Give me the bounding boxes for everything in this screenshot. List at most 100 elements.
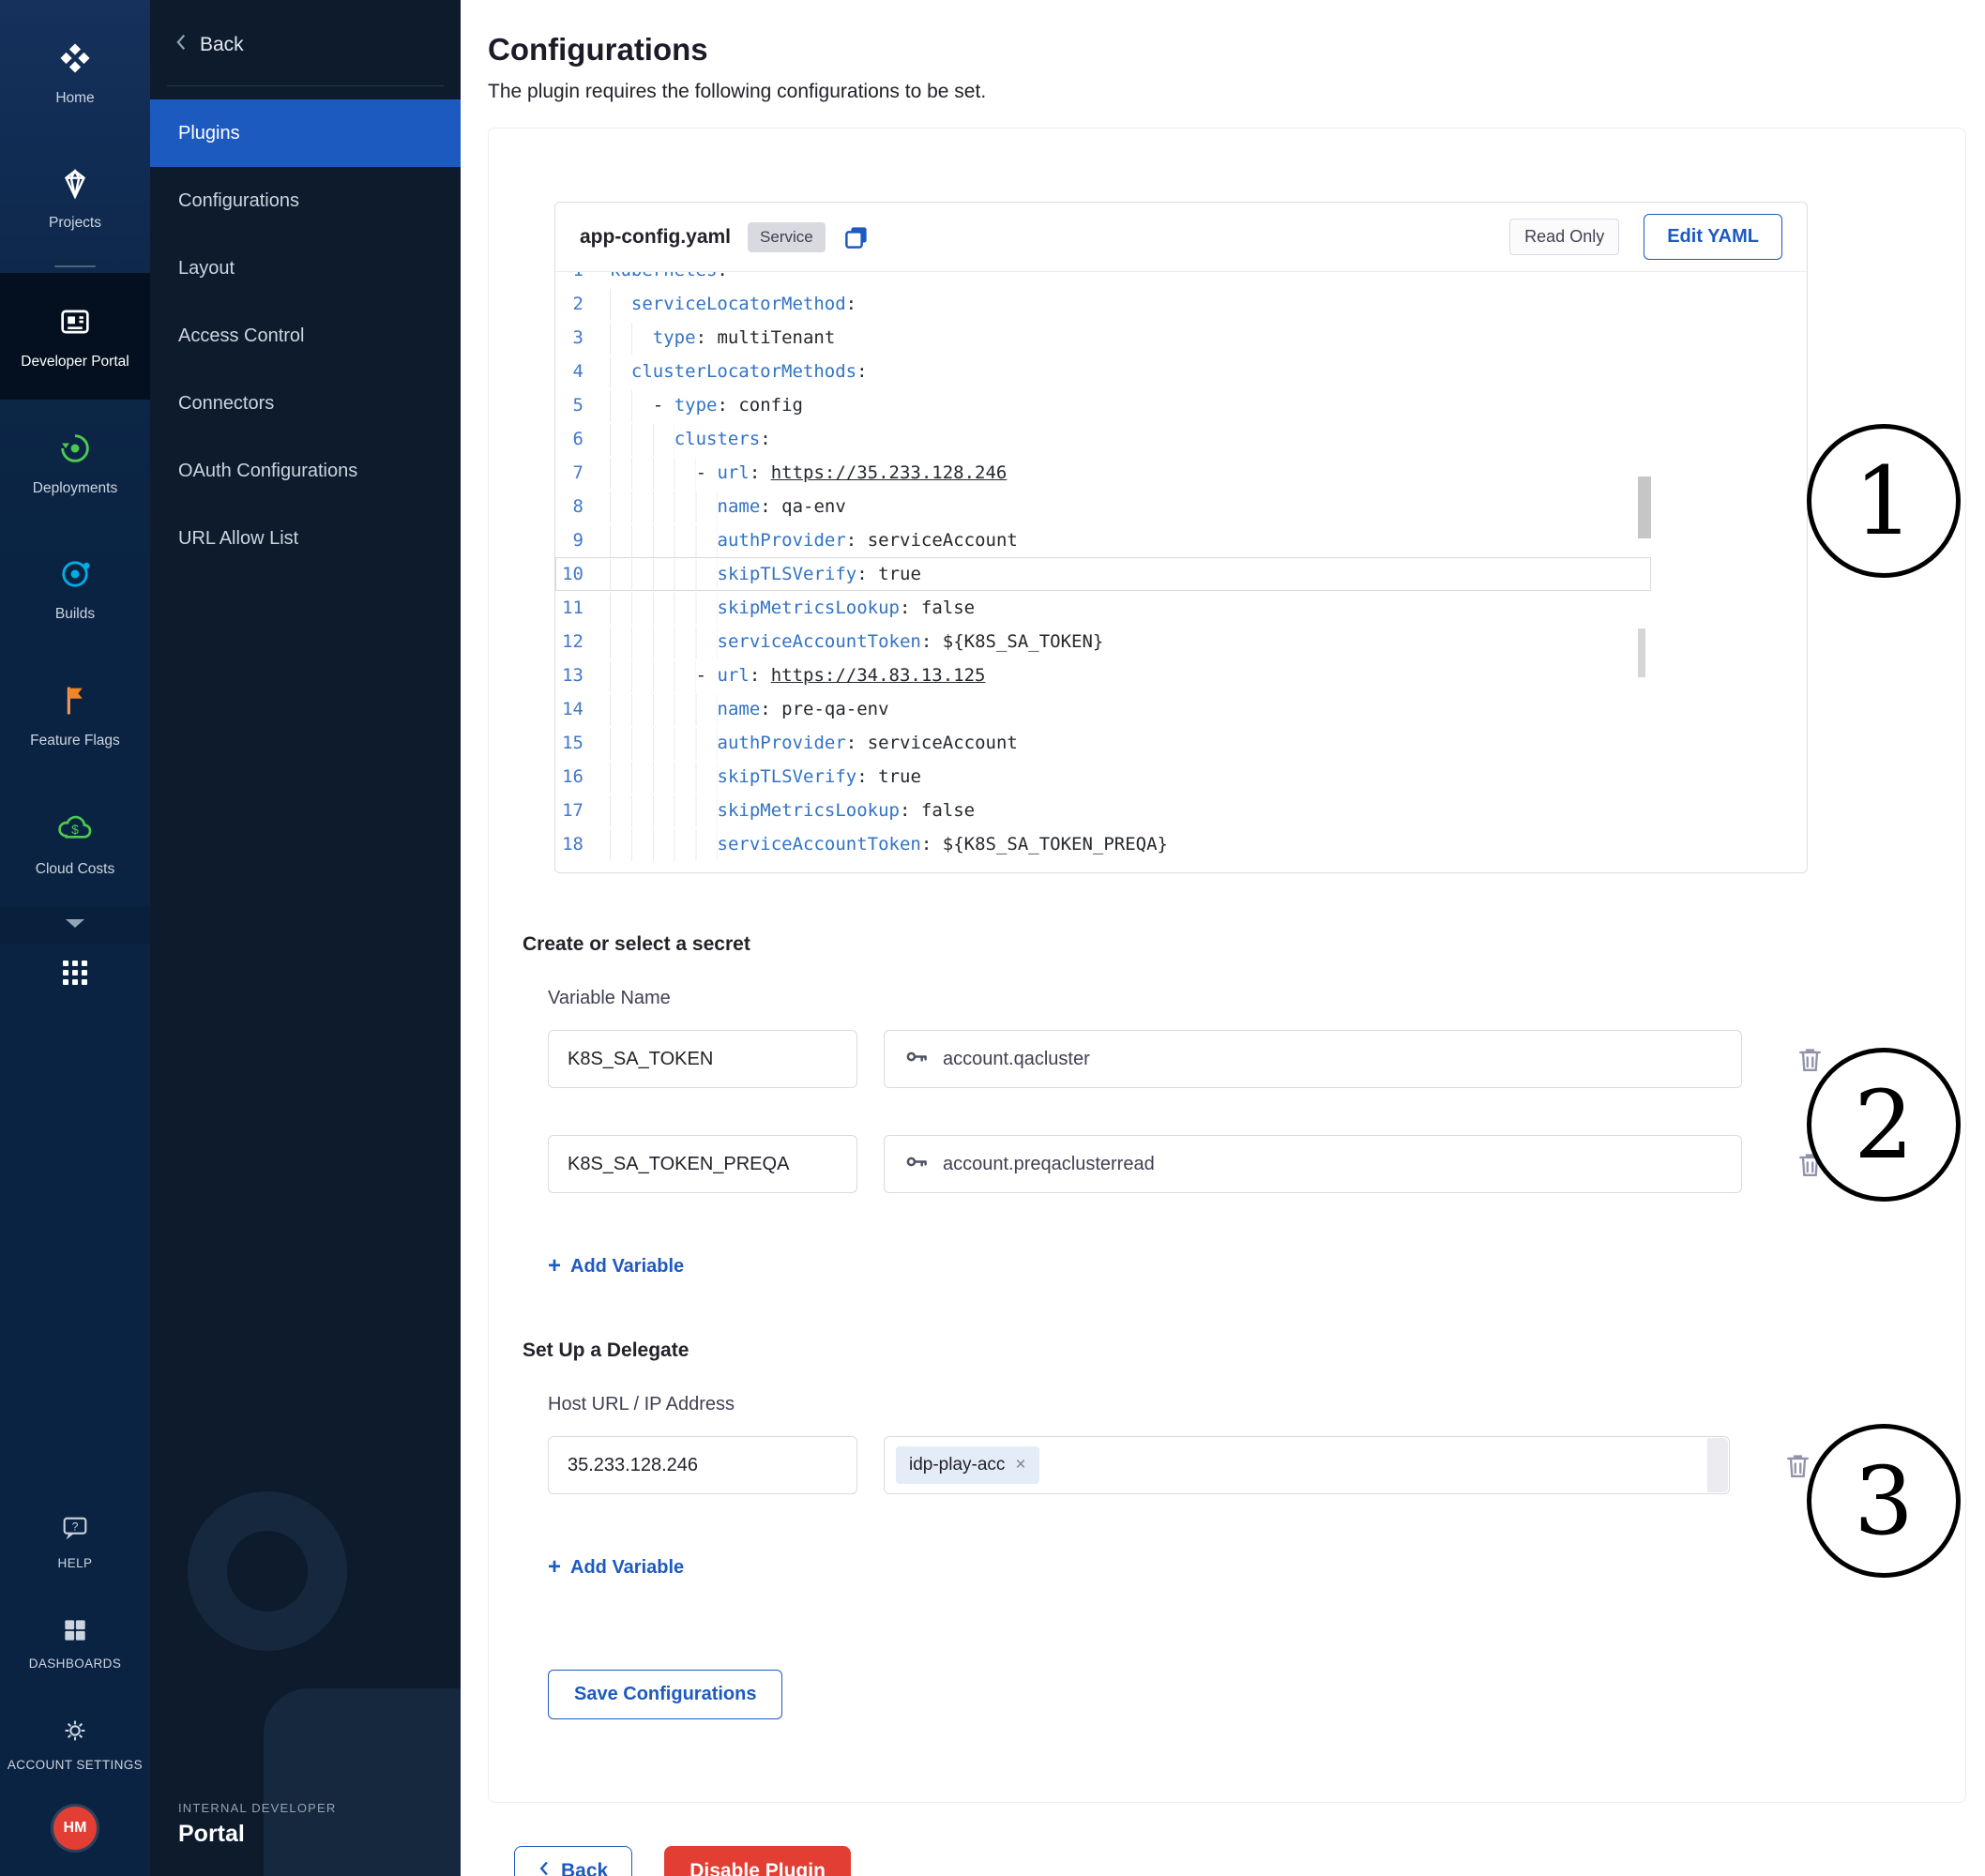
subnav-item-access-control[interactable]: Access Control bbox=[150, 302, 461, 370]
help-icon: ? bbox=[59, 1513, 91, 1550]
decorative-shape bbox=[264, 1688, 461, 1876]
plus-icon: + bbox=[548, 1554, 561, 1581]
variable-name-input[interactable] bbox=[548, 1135, 857, 1193]
sidebar-item-home[interactable]: Home bbox=[0, 9, 150, 136]
line-number: 18 bbox=[555, 827, 610, 861]
tag-chip[interactable]: idp-play-acc× bbox=[896, 1446, 1039, 1484]
sidebar-item-developer-portal[interactable]: Developer Portal bbox=[0, 273, 150, 400]
host-input[interactable] bbox=[548, 1436, 857, 1494]
sidebar-item-help[interactable]: ? HELP bbox=[2, 1490, 148, 1592]
add-variable-button-delegate[interactable]: + Add Variable bbox=[548, 1554, 684, 1581]
line-number: 7 bbox=[555, 456, 610, 490]
annotation-circle-2: 2 bbox=[1807, 1048, 1961, 1202]
back-button-label: Back bbox=[561, 1860, 608, 1876]
copy-icon[interactable] bbox=[842, 223, 871, 251]
subnav-back-button[interactable]: Back bbox=[150, 0, 461, 85]
line-number: 4 bbox=[555, 355, 610, 388]
rail-collapse[interactable] bbox=[0, 906, 150, 944]
sidebar-item-dashboards[interactable]: DASHBOARDS bbox=[2, 1593, 148, 1692]
delegate-rows: idp-play-acc× bbox=[523, 1436, 1932, 1494]
secret-rows: account.qacluster account.preqaclusterrea… bbox=[523, 1030, 1932, 1193]
svg-text:$: $ bbox=[71, 821, 79, 836]
sidebar-item-label: Deployments bbox=[33, 480, 117, 498]
delegate-heading: Set Up a Delegate bbox=[523, 1339, 1932, 1362]
code-line: 13- url: https://34.83.13.125 bbox=[555, 658, 1651, 692]
code-line: 17skipMetricsLookup: false bbox=[555, 794, 1651, 827]
code-line: 6clusters: bbox=[555, 422, 1651, 456]
line-number: 12 bbox=[555, 625, 610, 658]
subnav-item-layout[interactable]: Layout bbox=[150, 234, 461, 302]
sidebar-item-label: Projects bbox=[49, 215, 101, 233]
line-number: 2 bbox=[555, 287, 610, 321]
line-number: 5 bbox=[555, 388, 610, 422]
line-number: 3 bbox=[555, 321, 610, 355]
scrollbar-thumb[interactable] bbox=[1638, 477, 1651, 538]
subnav-item-connectors[interactable]: Connectors bbox=[150, 370, 461, 437]
remove-tag-icon[interactable]: × bbox=[1015, 1455, 1025, 1475]
subnav-item-oauth-configurations[interactable]: OAuth Configurations bbox=[150, 437, 461, 505]
line-number: 9 bbox=[555, 523, 610, 557]
subnav-item-plugins[interactable]: Plugins bbox=[150, 99, 461, 167]
annotation-circle-1: 1 bbox=[1807, 424, 1961, 578]
feature-flags-icon bbox=[56, 682, 94, 724]
avatar[interactable]: HM bbox=[53, 1807, 97, 1850]
waffle-icon bbox=[61, 975, 89, 991]
back-button[interactable]: Back bbox=[514, 1846, 632, 1876]
code-line: 8name: qa-env bbox=[555, 490, 1651, 523]
module-grid-button[interactable] bbox=[0, 944, 150, 991]
line-number: 14 bbox=[555, 692, 610, 726]
read-only-badge: Read Only bbox=[1509, 219, 1619, 255]
code-line: 15authProvider: serviceAccount bbox=[555, 726, 1651, 760]
subnav-item-url-allow-list[interactable]: URL Allow List bbox=[150, 505, 461, 572]
dashboards-icon bbox=[60, 1615, 90, 1650]
subnav-items: PluginsConfigurationsLayoutAccess Contro… bbox=[150, 99, 461, 572]
sidebar-item-deployments[interactable]: Deployments bbox=[0, 400, 150, 526]
developer-portal-icon bbox=[56, 303, 94, 345]
secret-select[interactable]: account.preqaclusterread bbox=[884, 1135, 1742, 1193]
variable-name-input[interactable] bbox=[548, 1030, 857, 1088]
delete-row-icon[interactable] bbox=[1782, 1450, 1813, 1481]
subnav-item-configurations[interactable]: Configurations bbox=[150, 167, 461, 234]
line-number: 17 bbox=[555, 794, 610, 827]
line-number: 15 bbox=[555, 726, 610, 760]
sidebar-item-account-settings[interactable]: ACCOUNT SETTINGS bbox=[2, 1692, 148, 1793]
sidebar-item-label: Cloud Costs bbox=[36, 861, 114, 879]
code-line: 3type: multiTenant bbox=[555, 321, 1651, 355]
add-variable-button-secrets[interactable]: + Add Variable bbox=[548, 1253, 684, 1279]
yaml-card: app-config.yaml Service Read Only Edit Y… bbox=[554, 202, 1808, 873]
footer-eyebrow: INTERNAL DEVELOPER bbox=[178, 1801, 337, 1815]
yaml-editor[interactable]: 1kubernetes:2serviceLocatorMethod:3type:… bbox=[555, 272, 1651, 872]
disable-plugin-button[interactable]: Disable Plugin bbox=[664, 1846, 851, 1876]
secret-select[interactable]: account.qacluster bbox=[884, 1030, 1742, 1088]
editor-scrollbar[interactable] bbox=[1638, 272, 1651, 872]
host-url-label: Host URL / IP Address bbox=[548, 1394, 1932, 1415]
delete-row-icon[interactable] bbox=[1795, 1044, 1826, 1075]
divider bbox=[54, 265, 96, 267]
tags-input[interactable]: idp-play-acc× bbox=[884, 1436, 1730, 1494]
sidebar-item-label: HELP bbox=[58, 1556, 93, 1571]
code-line: 10skipTLSVerify: true bbox=[555, 557, 1651, 591]
secret-row: account.qacluster bbox=[548, 1030, 1932, 1088]
page-title: Configurations bbox=[488, 32, 1966, 68]
scrollbar-thumb-secondary[interactable] bbox=[1638, 628, 1645, 677]
chevron-left-icon bbox=[538, 1859, 551, 1876]
footer-title: Portal bbox=[178, 1821, 337, 1848]
secrets-heading: Create or select a secret bbox=[523, 933, 1932, 956]
sidebar-item-feature-flags[interactable]: Feature Flags bbox=[0, 652, 150, 779]
code-line: 4clusterLocatorMethods: bbox=[555, 355, 1651, 388]
sidebar-item-projects[interactable]: Projects bbox=[0, 136, 150, 261]
left-rail: Home Projects Developer Portal Deployments B… bbox=[0, 0, 150, 1876]
edit-yaml-button[interactable]: Edit YAML bbox=[1644, 214, 1782, 260]
page-subtitle: The plugin requires the following config… bbox=[488, 81, 1966, 103]
footer-actions: Back Disable Plugin bbox=[514, 1846, 1966, 1876]
yaml-card-header: app-config.yaml Service Read Only Edit Y… bbox=[555, 203, 1807, 272]
line-number: 1 bbox=[555, 272, 610, 287]
divider bbox=[167, 85, 444, 86]
sidebar-item-label: ACCOUNT SETTINGS bbox=[8, 1758, 143, 1773]
plugin-subnav: Back PluginsConfigurationsLayoutAccess C… bbox=[150, 0, 461, 1876]
add-variable-label: Add Variable bbox=[570, 1557, 684, 1579]
code-line: 1kubernetes: bbox=[555, 272, 1651, 287]
sidebar-item-builds[interactable]: Builds bbox=[0, 525, 150, 652]
sidebar-item-cloud-costs[interactable]: $ Cloud Costs bbox=[0, 779, 150, 907]
save-configurations-button[interactable]: Save Configurations bbox=[548, 1670, 782, 1719]
